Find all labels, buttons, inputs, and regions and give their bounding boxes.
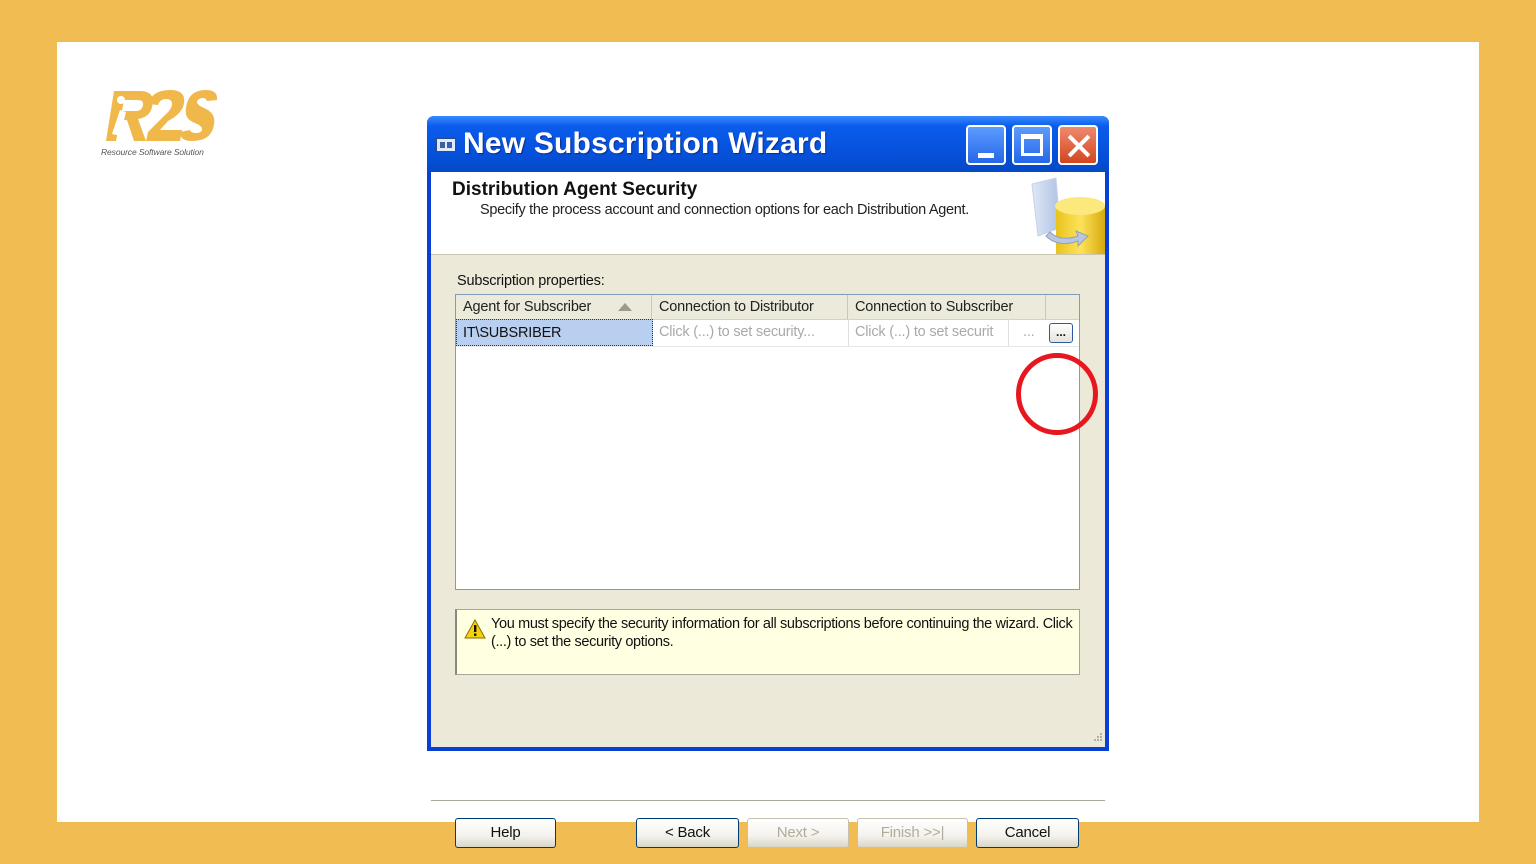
column-header-distributor[interactable]: Connection to Distributor (652, 295, 848, 319)
maximize-button[interactable] (1012, 125, 1052, 165)
table-row[interactable]: IT\SUBSRIBER Click (...) to set security… (456, 319, 1079, 347)
agent-cell[interactable]: IT\SUBSRIBER (456, 319, 653, 346)
grid-header: Agent for Subscriber Connection to Distr… (456, 295, 1079, 320)
close-button[interactable] (1058, 125, 1098, 165)
column-header-agent[interactable]: Agent for Subscriber (456, 295, 652, 319)
subscriber-connection-overflow: ... (1023, 324, 1035, 340)
subscription-properties-label: Subscription properties: (457, 273, 605, 289)
wizard-window: New Subscription Wizard Distribution Age… (427, 116, 1109, 848)
warning-text: You must specify the security informatio… (491, 616, 1073, 650)
wizard-header: Distribution Agent Security Specify the … (431, 172, 1105, 255)
page-description: Specify the process account and connecti… (480, 202, 969, 218)
page-heading: Distribution Agent Security (452, 179, 698, 200)
set-security-ellipsis-button[interactable]: ... (1049, 323, 1073, 343)
highlight-circle-annotation (1016, 353, 1098, 435)
logo-tagline: Resource Software Solution (101, 147, 204, 157)
sort-ascending-icon (618, 303, 632, 311)
r2s-logo: Resource Software Solution (100, 86, 220, 158)
cancel-button[interactable]: Cancel (976, 818, 1079, 848)
database-icon (1031, 177, 1105, 254)
back-button[interactable]: < Back (636, 818, 739, 848)
title-bar[interactable]: New Subscription Wizard (427, 116, 1109, 172)
column-header-subscriber[interactable]: Connection to Subscriber (848, 295, 1046, 319)
distributor-connection-cell[interactable]: Click (...) to set security... (653, 319, 849, 346)
wizard-body: Distribution Agent Security Specify the … (431, 172, 1105, 848)
finish-button[interactable]: Finish >>| (857, 818, 968, 848)
warning-icon (464, 619, 486, 639)
window-title: New Subscription Wizard (463, 127, 828, 160)
next-button[interactable]: Next > (747, 818, 849, 848)
subscriber-connection-cell[interactable]: Click (...) to set securit (849, 319, 1009, 346)
footer-divider (431, 800, 1105, 802)
minimize-button[interactable] (966, 125, 1006, 165)
resize-grip-icon[interactable] (1091, 732, 1103, 744)
warning-message-box: You must specify the security informatio… (455, 609, 1080, 675)
column-header-agent-label: Agent for Subscriber (463, 299, 592, 315)
help-button[interactable]: Help (455, 818, 556, 848)
window-app-icon (436, 138, 456, 152)
subscription-grid: Agent for Subscriber Connection to Distr… (455, 294, 1080, 590)
